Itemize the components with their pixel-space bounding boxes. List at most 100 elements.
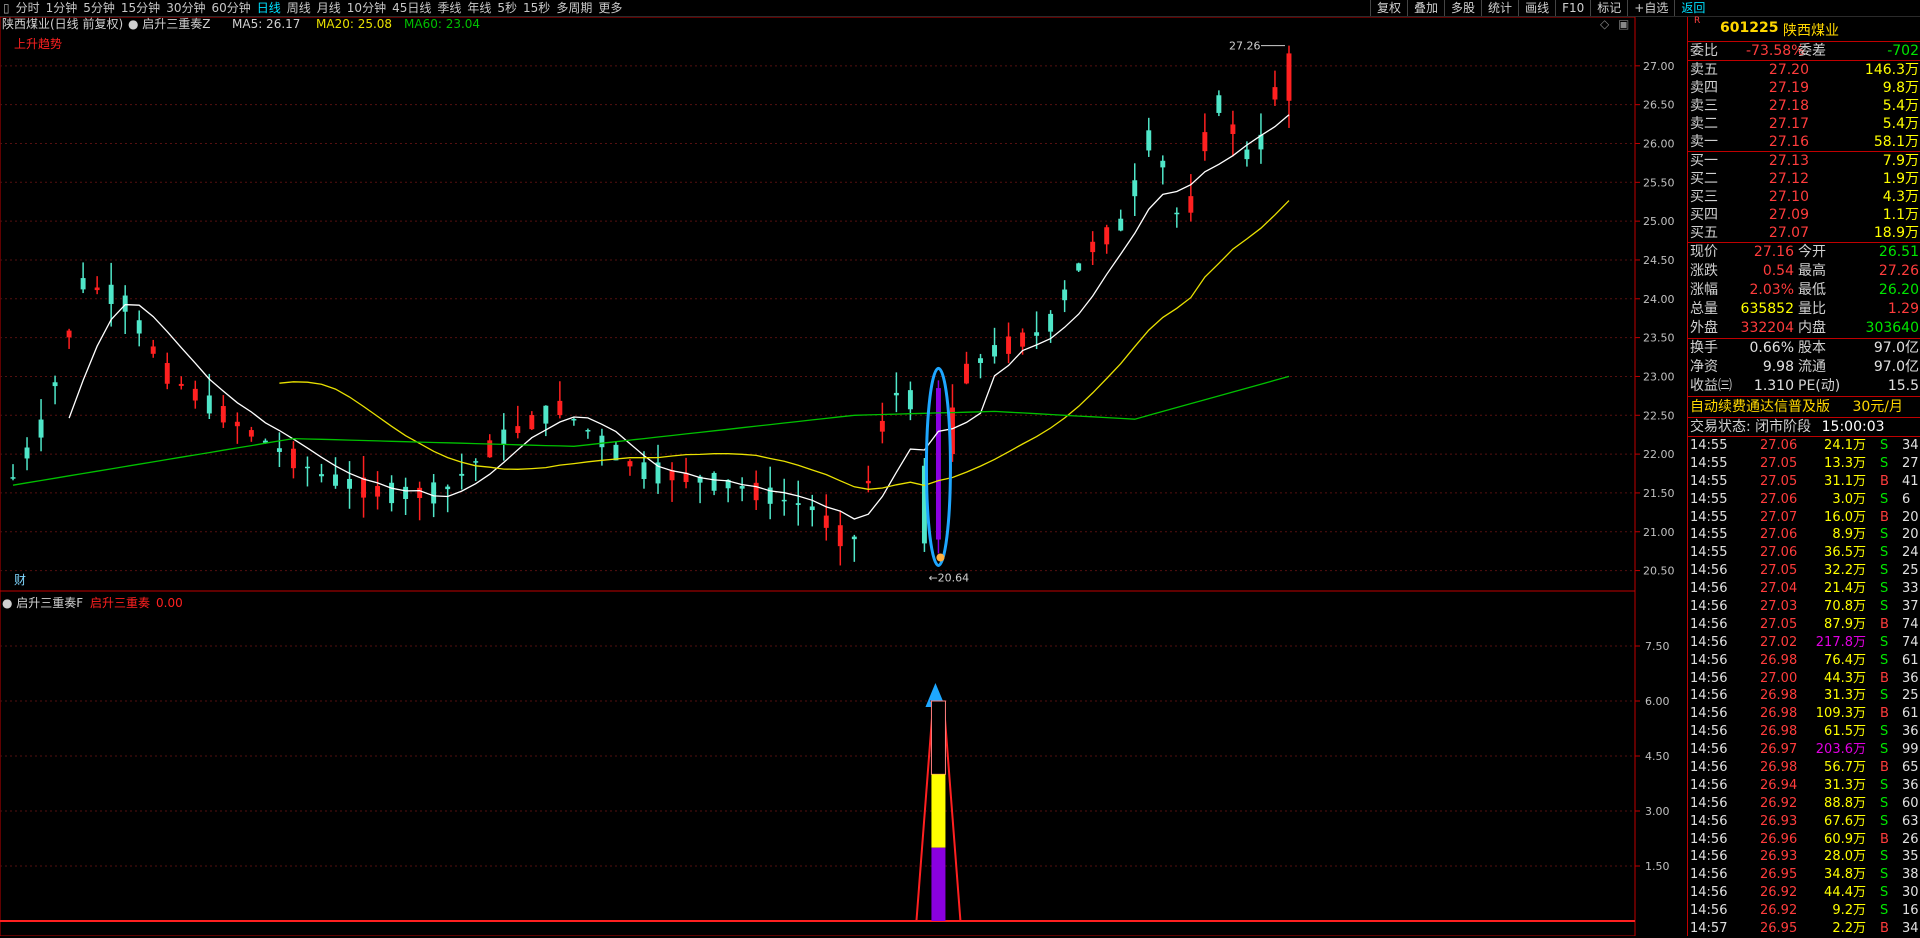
tick-row[interactable]: 14:56 27.04 21.4万 S 33 [1688, 580, 1920, 598]
tick-row[interactable]: 14:55 27.06 36.5万 S 24 [1688, 544, 1920, 562]
tick-row[interactable]: 14:55 27.06 24.1万 S 34 [1688, 437, 1920, 455]
ask-volume: 58.1万 [1873, 134, 1919, 150]
candle-body [417, 487, 423, 498]
quote-value: 332204 [1740, 320, 1794, 336]
tool-button-8[interactable]: 返回 [1674, 0, 1711, 16]
tick-row[interactable]: 14:55 27.06 8.9万 S 20 [1688, 526, 1920, 544]
quote-value: 27.16 [1753, 244, 1794, 260]
ask-price: 27.16 [1768, 134, 1809, 150]
period-tab-16[interactable]: 更多 [595, 0, 625, 16]
tool-buttons: 复权 叠加 多股 统计 画线 F10 标记 +自选 返回 [1370, 0, 1711, 16]
tick-row[interactable]: 14:56 26.98 31.3万 S 25 [1688, 687, 1920, 705]
tick-row[interactable]: 14:56 27.00 44.3万 B 36 [1688, 670, 1920, 688]
tick-row[interactable]: 14:56 26.98 76.4万 S 61 [1688, 652, 1920, 670]
tool-button-6[interactable]: 标记 [1590, 0, 1627, 16]
tick-time: 14:56 [1690, 634, 1728, 650]
tick-volume: 32.2万 [1824, 563, 1866, 579]
tick-row[interactable]: 14:56 27.03 70.8万 S 37 [1688, 598, 1920, 616]
tool-button-3[interactable]: 统计 [1481, 0, 1518, 16]
weicha-label: 委差 [1798, 43, 1826, 59]
tick-row[interactable]: 14:56 26.98 56.7万 B 65 [1688, 759, 1920, 777]
tick-row[interactable]: 14:55 27.05 13.3万 S 27 [1688, 455, 1920, 473]
tick-volume: 3.0万 [1832, 491, 1866, 507]
period-tab-2[interactable]: 5分钟 [80, 0, 118, 16]
y-tick-label: 23.00 [1643, 370, 1675, 383]
ask-row: 卖三 27.18 5.4万 [1688, 97, 1920, 115]
period-tab-12[interactable]: 年线 [464, 0, 494, 16]
tick-row[interactable]: 14:56 26.92 88.8万 S 60 [1688, 795, 1920, 813]
tool-button-7[interactable]: +自选 [1627, 0, 1674, 16]
tick-row[interactable]: 14:56 26.96 60.9万 B 26 [1688, 831, 1920, 849]
tick-volume: 31.1万 [1824, 473, 1866, 489]
period-tab-15[interactable]: 多周期 [553, 0, 595, 16]
tool-button-1[interactable]: 叠加 [1407, 0, 1444, 16]
period-tab-9[interactable]: 10分钟 [344, 0, 389, 16]
bid-label: 买五 [1690, 225, 1718, 241]
quote-value: 1.310 [1753, 378, 1794, 394]
tick-row[interactable]: 14:56 26.92 9.2万 S 16 [1688, 902, 1920, 920]
quote-row: 外盘 332204 内盘 303640 [1688, 319, 1920, 338]
quote-value: 15.5 [1887, 378, 1919, 394]
tick-row[interactable]: 14:57 26.95 2.2万 B 34 [1688, 920, 1920, 938]
tick-volume: 70.8万 [1824, 599, 1866, 615]
promo-banner[interactable]: 自动续费通达信普及版 30元/月 [1688, 396, 1920, 417]
ask-label: 卖四 [1690, 80, 1718, 96]
tick-time: 14:56 [1690, 706, 1728, 722]
tick-row[interactable]: 14:56 26.93 28.0万 S 35 [1688, 848, 1920, 866]
tick-row[interactable]: 14:56 27.05 87.9万 B 74 [1688, 616, 1920, 634]
period-tab-1[interactable]: 1分钟 [43, 0, 81, 16]
tool-button-0[interactable]: 复权 [1370, 0, 1407, 16]
tool-button-4[interactable]: 画线 [1518, 0, 1555, 16]
tick-row[interactable]: 14:56 26.98 61.5万 S 36 [1688, 723, 1920, 741]
y-tick-label: 22.50 [1643, 409, 1675, 422]
tick-price: 27.06 [1760, 545, 1798, 561]
chart-frame [0, 17, 1636, 936]
quote-row: 涨跌 0.54 最高 27.26 [1688, 262, 1920, 281]
tick-row[interactable]: 14:56 26.95 34.8万 S 38 [1688, 866, 1920, 884]
sub-y-tick-label: 1.50 [1645, 860, 1670, 873]
period-tab-5[interactable]: 60分钟 [208, 0, 253, 16]
tick-row[interactable]: 14:56 26.94 31.3万 S 36 [1688, 777, 1920, 795]
tick-row[interactable]: 14:56 26.98 109.3万 B 61 [1688, 705, 1920, 723]
tick-row[interactable]: 14:55 27.05 31.1万 B 41 [1688, 473, 1920, 491]
quote-panel: R 601225 陕西煤业 委比 -73.58% 委差 -702 卖五 27.20… [1687, 17, 1920, 936]
sub-y-tick-label: 7.50 [1645, 640, 1670, 653]
period-tab-4[interactable]: 30分钟 [163, 0, 208, 16]
stock-code[interactable]: 601225 [1720, 20, 1778, 36]
candle-body [1230, 124, 1236, 135]
stock-name[interactable]: 陕西煤业 [1783, 20, 1839, 40]
tick-row[interactable]: 14:55 27.06 3.0万 S 6 [1688, 491, 1920, 509]
tick-row[interactable]: 14:56 26.93 67.6万 S 63 [1688, 813, 1920, 831]
tick-time: 14:55 [1690, 455, 1728, 471]
tick-row[interactable]: 14:56 26.97 203.6万 S 99 [1688, 741, 1920, 759]
tick-time: 14:56 [1690, 813, 1728, 829]
tick-count: 36 [1902, 777, 1919, 793]
candle-body [599, 435, 605, 448]
tool-button-2[interactable]: 多股 [1444, 0, 1481, 16]
tool-button-5[interactable]: F10 [1555, 0, 1590, 16]
period-tab-8[interactable]: 月线 [314, 0, 344, 16]
period-tab-14[interactable]: 15秒 [520, 0, 553, 16]
period-tab-7[interactable]: 周线 [284, 0, 314, 16]
panel-toggle-icon[interactable]: ▯ [0, 0, 13, 16]
candle-body [795, 503, 801, 505]
period-tab-0[interactable]: 分时 [13, 0, 43, 16]
tick-row[interactable]: 14:55 27.07 16.0万 B 20 [1688, 509, 1920, 527]
tick-volume: 31.3万 [1824, 777, 1866, 793]
candle-body [24, 447, 30, 459]
tick-price: 26.93 [1760, 849, 1798, 865]
tick-row[interactable]: 14:56 26.92 44.4万 S 30 [1688, 884, 1920, 902]
tick-row[interactable]: 14:56 27.05 32.2万 S 25 [1688, 562, 1920, 580]
period-tab-6[interactable]: 日线 [254, 0, 284, 16]
tick-row[interactable]: 14:56 27.02 217.8万 S 74 [1688, 634, 1920, 652]
kline-chart[interactable]: 27.00 26.50 26.00 25.50 25.00 24.50 24.00 23.50… [0, 17, 1687, 936]
period-tab-10[interactable]: 45日线 [389, 0, 434, 16]
period-tab-11[interactable]: 季线 [434, 0, 464, 16]
period-tab-13[interactable]: 5秒 [494, 0, 520, 16]
period-tab-3[interactable]: 15分钟 [118, 0, 163, 16]
tick-time: 14:56 [1690, 581, 1728, 597]
tick-list[interactable]: 14:55 27.06 24.1万 S 34 14:55 27.05 13.3万 S 27 14:5… [1688, 436, 1920, 938]
sub-y-tick-label: 6.00 [1645, 695, 1670, 708]
candle-body [935, 388, 941, 540]
ask-row: 卖四 27.19 9.8万 [1688, 79, 1920, 97]
